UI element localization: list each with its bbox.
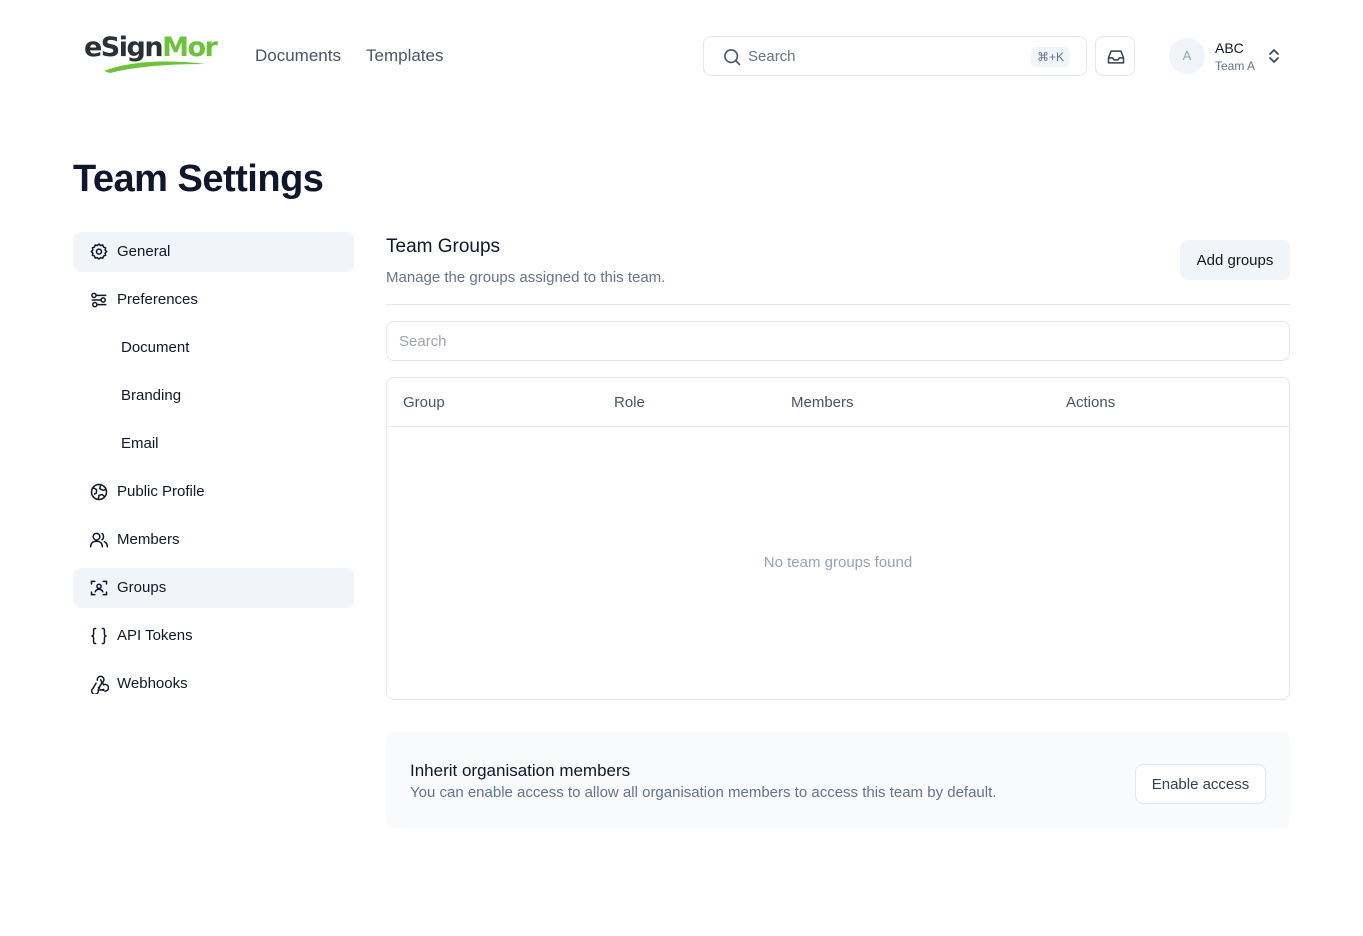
- sidebar-item-members[interactable]: Members: [73, 520, 354, 560]
- top-header: eSignMor Documents Templates Search ⌘+K …: [0, 0, 1363, 112]
- sidebar-item-general[interactable]: General: [73, 232, 354, 272]
- page-title: Team Settings: [73, 158, 324, 200]
- inbox-icon: [1107, 50, 1125, 64]
- sidebar-item-label: API Tokens: [117, 627, 193, 644]
- braces-icon: [91, 627, 107, 645]
- column-header-actions: Actions: [1066, 394, 1116, 411]
- globe-icon: [90, 483, 108, 501]
- account-team: Team A: [1215, 59, 1256, 73]
- sidebar-item-label: Email: [121, 435, 159, 452]
- sidebar-item-label: Document: [121, 339, 190, 356]
- sidebar-item-branding[interactable]: Branding: [73, 376, 354, 416]
- sidebar-item-label: Groups: [117, 579, 167, 596]
- inherit-members-card: Inherit organisation members You can ena…: [386, 732, 1290, 828]
- inbox-button[interactable]: [1095, 36, 1135, 76]
- groups-search-input[interactable]: [386, 321, 1290, 361]
- users-icon: [89, 532, 109, 548]
- avatar: A: [1169, 38, 1205, 74]
- search-icon: [724, 49, 741, 66]
- header-search-label: Search: [748, 48, 796, 65]
- sidebar-item-webhooks[interactable]: Webhooks: [73, 664, 354, 704]
- sidebar-item-label: Preferences: [117, 291, 198, 308]
- sidebar-item-label: Public Profile: [117, 483, 205, 500]
- nav-documents-link[interactable]: Documents: [255, 46, 341, 66]
- add-groups-button[interactable]: Add groups: [1180, 240, 1290, 280]
- section-divider: [386, 304, 1290, 305]
- search-shortcut-badge: ⌘+K: [1030, 47, 1070, 67]
- sidebar-item-preferences[interactable]: Preferences: [73, 280, 354, 320]
- sidebar-item-label: Members: [117, 531, 180, 548]
- header-search-button[interactable]: Search ⌘+K: [703, 36, 1087, 76]
- sidebar-item-label: Branding: [121, 387, 182, 404]
- sidebar-item-email[interactable]: Email: [73, 424, 354, 464]
- sidebar-item-label: Webhooks: [117, 675, 188, 692]
- empty-state-text: No team groups found: [763, 554, 913, 571]
- gear-icon: [90, 243, 108, 260]
- enable-access-button[interactable]: Enable access: [1135, 764, 1266, 804]
- column-header-group: Group: [403, 394, 445, 411]
- sidebar-item-api-tokens[interactable]: API Tokens: [73, 616, 354, 656]
- nav-templates-link[interactable]: Templates: [366, 46, 443, 66]
- sliders-icon: [91, 292, 107, 308]
- sidebar-item-groups[interactable]: Groups: [73, 568, 354, 608]
- account-name: ABC: [1215, 40, 1244, 56]
- brand-logo[interactable]: eSignMor: [84, 28, 218, 76]
- webhook-icon: [90, 675, 109, 694]
- account-switcher[interactable]: A ABC Team A: [1169, 38, 1285, 74]
- groups-table: Group Role Members Actions No team group…: [386, 377, 1290, 700]
- sidebar-item-document[interactable]: Document: [73, 328, 354, 368]
- logo-swoosh-icon: [104, 61, 205, 73]
- groups-icon: [90, 580, 108, 596]
- sidebar-item-label: General: [117, 243, 171, 260]
- inherit-description: You can enable access to allow all organ…: [410, 784, 997, 801]
- table-header: Group Role Members Actions: [387, 378, 1289, 427]
- chevrons-up-down-icon: [1269, 49, 1279, 63]
- column-header-members: Members: [791, 394, 854, 411]
- sidebar-item-public-profile[interactable]: Public Profile: [73, 472, 354, 512]
- section-description: Manage the groups assigned to this team.: [386, 269, 666, 286]
- section-title: Team Groups: [386, 236, 501, 257]
- inherit-title: Inherit organisation members: [410, 761, 631, 780]
- column-header-role: Role: [614, 394, 645, 411]
